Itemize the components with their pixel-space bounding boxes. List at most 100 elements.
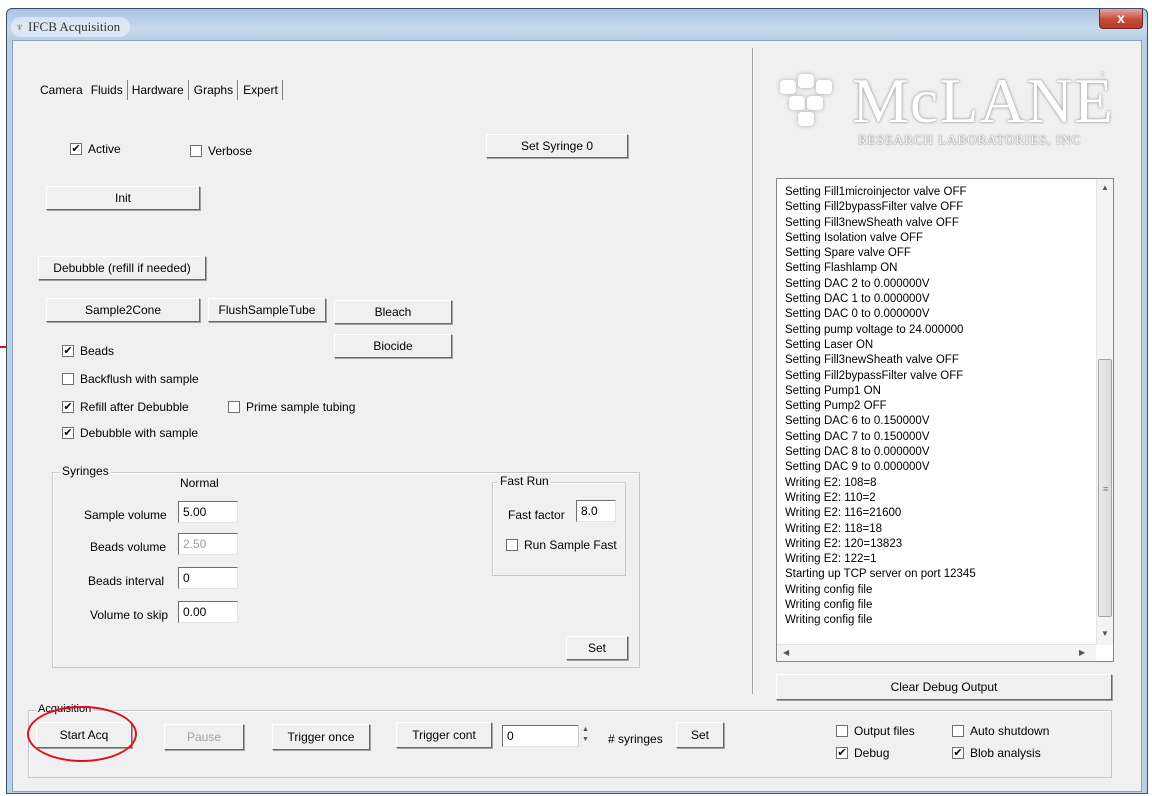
beads-interval-label: Beads interval — [88, 574, 165, 588]
debug-line: Setting Flashlamp ON — [785, 262, 898, 275]
debug-line: Setting DAC 0 to 0.000000V — [785, 308, 930, 321]
sample2cone-button[interactable]: Sample2Cone — [46, 298, 200, 322]
debubble-sample-checkbox[interactable]: ✔ Debubble with sample — [62, 426, 198, 440]
normal-label: Normal — [180, 476, 219, 490]
beads-volume-input[interactable]: 2.50 — [178, 533, 238, 555]
debug-line: Writing E2: 108=8 — [785, 476, 877, 489]
blob-analysis-checkbox[interactable]: ✔ Blob analysis — [952, 746, 1041, 760]
run-sample-fast-checkbox[interactable]: Run Sample Fast — [506, 538, 617, 552]
volume-to-skip-input[interactable]: 0.00 — [178, 601, 238, 623]
hexagon-logo-icon — [776, 66, 846, 136]
close-button[interactable]: x — [1099, 9, 1143, 29]
debug-line: Setting Spare valve OFF — [785, 247, 911, 260]
debug-line: Writing E2: 122=1 — [785, 553, 877, 566]
syringes-spinner[interactable]: ▲ ▼ — [578, 725, 592, 747]
debug-line: Setting Pump1 ON — [785, 384, 881, 397]
debug-line: Setting DAC 8 to 0.000000V — [785, 446, 930, 459]
backflush-label: Backflush with sample — [80, 372, 199, 386]
beads-checkbox[interactable]: ✔ Beads — [62, 344, 114, 358]
fast-factor-label: Fast factor — [508, 508, 565, 522]
tab-camera[interactable]: Camera — [36, 80, 87, 100]
debug-horizontal-scrollbar[interactable]: ◀ ▶ — [777, 644, 1096, 661]
debug-line: Setting Fill3newSheath valve OFF — [785, 354, 959, 367]
refill-checkbox[interactable]: ✔ Refill after Debubble — [62, 400, 189, 414]
scroll-right-icon[interactable]: ▶ — [1079, 648, 1085, 657]
debug-label: Debug — [854, 746, 890, 760]
debug-line: Setting DAC 1 to 0.000000V — [785, 293, 930, 306]
debubble-sample-label: Debubble with sample — [80, 426, 199, 440]
logo-wordmark: McLANE — [852, 65, 1114, 136]
window-title: IFCB Acquisition — [28, 19, 121, 34]
run-sample-fast-check-icon — [506, 539, 518, 551]
sample-volume-input[interactable]: 5.00 — [178, 501, 238, 523]
debug-output[interactable]: Setting Fill1microinjector valve OFF Sett… — [776, 178, 1114, 662]
spin-up-icon[interactable]: ▲ — [582, 726, 589, 733]
blob-analysis-check-icon: ✔ — [952, 746, 964, 759]
beads-interval-input[interactable]: 0 — [178, 567, 238, 589]
pause-button[interactable]: Pause — [164, 724, 244, 750]
debug-line: Setting DAC 6 to 0.150000V — [785, 415, 930, 428]
debug-line: Setting Fill1microinjector valve OFF — [785, 186, 967, 198]
beads-label: Beads — [80, 344, 115, 358]
acquisition-set-button[interactable]: Set — [676, 722, 724, 748]
title-bar[interactable]: ♆ IFCB Acquisition x — [7, 9, 1147, 41]
output-files-label: Output files — [854, 724, 915, 738]
debug-line: Setting DAC 2 to 0.000000V — [785, 277, 930, 290]
verbose-check-icon — [190, 145, 202, 157]
debug-line: Writing config file — [785, 599, 873, 612]
tab-fluids[interactable]: Fluids — [86, 80, 127, 100]
debug-line: Setting Pump2 OFF — [785, 400, 887, 413]
scroll-left-icon[interactable]: ◀ — [783, 648, 789, 657]
fast-factor-input[interactable]: 8.0 — [576, 500, 616, 522]
init-button[interactable]: Init — [46, 186, 200, 210]
scroll-up-icon[interactable]: ▲ — [1101, 183, 1109, 192]
debug-checkbox[interactable]: ✔ Debug — [836, 746, 889, 760]
tab-hardware[interactable]: Hardware — [126, 80, 189, 100]
active-check-icon: ✔ — [70, 142, 82, 155]
debug-check-icon: ✔ — [836, 746, 848, 759]
debug-line: Setting Laser ON — [785, 338, 874, 351]
fast-run-group — [492, 482, 626, 576]
tab-graphs[interactable]: Graphs — [188, 80, 239, 100]
debug-line: Starting up TCP server on port 12345 — [785, 568, 976, 581]
prime-checkbox[interactable]: Prime sample tubing — [228, 400, 355, 414]
debug-vertical-scrollbar[interactable]: ▲ ≡ ▼ — [1096, 179, 1113, 645]
debug-lines: Setting Fill1microinjector valve OFF Sett… — [785, 185, 1085, 629]
refill-label: Refill after Debubble — [80, 400, 189, 414]
logo-subtitle: RESEARCH LABORATORIES, INC — [858, 132, 1082, 147]
debug-line: Writing config file — [785, 614, 873, 627]
logo-registered: ® — [1100, 70, 1106, 79]
panel-divider — [752, 48, 754, 694]
debug-line: Setting Fill2bypassFilter valve OFF — [785, 201, 964, 214]
scroll-down-icon[interactable]: ▼ — [1101, 629, 1109, 638]
debug-line: Writing E2: 116=21600 — [785, 507, 902, 520]
bleach-button[interactable]: Bleach — [334, 300, 452, 324]
trigger-cont-button[interactable]: Trigger cont — [396, 722, 492, 748]
prime-check-icon — [228, 401, 240, 413]
beads-volume-label: Beads volume — [90, 540, 167, 554]
active-checkbox[interactable]: ✔ Active — [70, 142, 121, 156]
spin-down-icon[interactable]: ▼ — [582, 736, 589, 743]
annotation-circle — [27, 706, 137, 762]
trigger-once-button[interactable]: Trigger once — [272, 724, 370, 750]
debug-line: Writing E2: 120=13823 — [785, 537, 903, 550]
output-files-checkbox[interactable]: Output files — [836, 724, 915, 738]
sample-volume-label: Sample volume — [84, 508, 167, 522]
verbose-label: Verbose — [208, 144, 253, 158]
scroll-thumb[interactable]: ≡ — [1098, 359, 1112, 617]
backflush-checkbox[interactable]: Backflush with sample — [62, 372, 199, 386]
clear-debug-button[interactable]: Clear Debug Output — [776, 674, 1112, 700]
biocide-button[interactable]: Biocide — [334, 334, 452, 358]
auto-shutdown-checkbox[interactable]: Auto shutdown — [952, 724, 1049, 738]
syringes-set-button[interactable]: Set — [566, 636, 628, 660]
debug-line: Writing E2: 118=18 — [785, 522, 883, 535]
set-syringe-button[interactable]: Set Syringe 0 — [486, 134, 628, 158]
refill-check-icon: ✔ — [62, 400, 74, 413]
syringes-group-label: Syringes — [60, 464, 111, 478]
mclane-logo: McLANE RESEARCH LABORATORIES, INC ® — [776, 46, 1124, 156]
tab-expert[interactable]: Expert — [238, 80, 283, 100]
flushsampletube-button[interactable]: FlushSampleTube — [208, 298, 326, 322]
auto-shutdown-label: Auto shutdown — [970, 724, 1050, 738]
verbose-checkbox[interactable]: Verbose — [190, 144, 252, 158]
debubble-button[interactable]: Debubble (refill if needed) — [38, 256, 206, 280]
